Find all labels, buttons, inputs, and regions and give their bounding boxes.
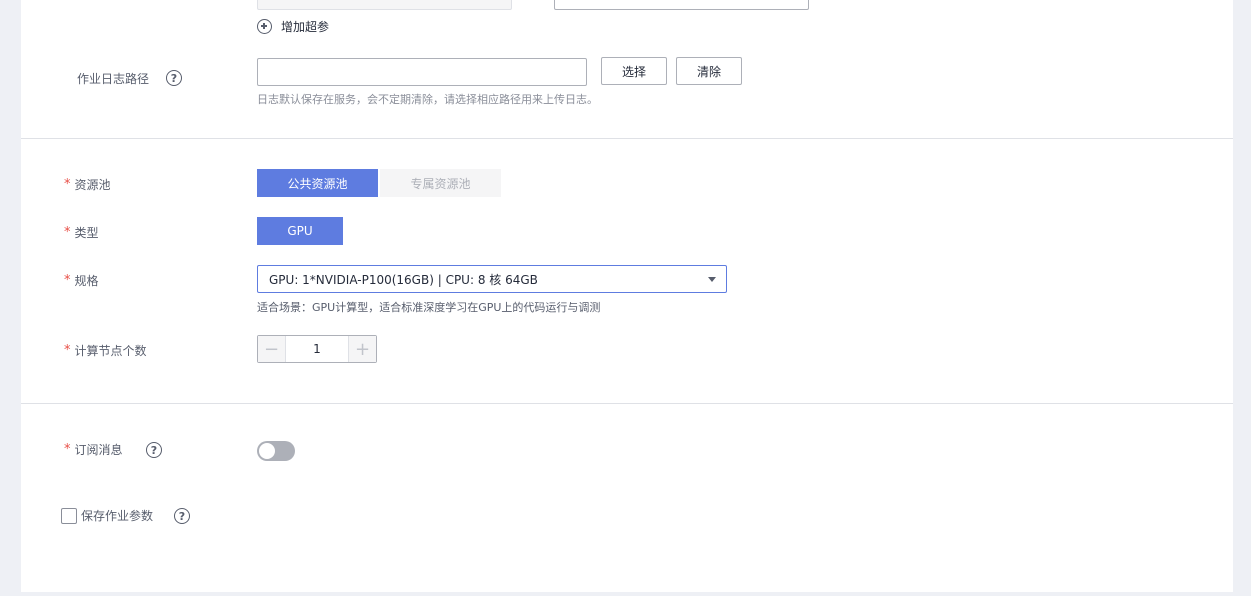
clear-path-button[interactable]: 清除 [676,57,742,85]
chevron-down-icon [708,277,716,282]
nodes-stepper: − 1 + [257,335,377,363]
truncated-readonly-field [257,0,512,10]
save-params-help-icon[interactable]: ? [174,508,190,524]
nodes-value[interactable]: 1 [285,336,349,362]
public-pool-option[interactable]: 公共资源池 [257,169,378,197]
truncated-input-field[interactable] [554,0,809,10]
resource-pool-label-row: * 资源池 [64,174,111,194]
form-panel [21,0,1233,592]
spec-label: 规格 [74,273,99,288]
resource-pool-label: 资源池 [74,177,111,192]
required-mark: * [64,224,71,240]
spec-hint: 适合场景：GPU计算型，适合标准深度学习在GPU上的代码运行与调测 [257,301,601,314]
save-params-checkbox[interactable] [61,508,77,524]
save-params-label: 保存作业参数 [81,508,154,523]
required-mark: * [64,342,71,358]
required-mark: * [64,176,71,192]
spec-label-row: * 规格 [64,270,99,290]
add-hyperparam-button[interactable]: 增加超参 [257,17,329,35]
decrement-button[interactable]: − [258,336,285,362]
save-params-label-row: 保存作业参数 [81,505,153,525]
plus-circle-icon [257,18,272,34]
subscribe-help-icon[interactable]: ? [146,442,162,458]
dedicated-pool-option[interactable]: 专属资源池 [380,169,501,197]
log-path-label: 作业日志路径 [77,71,150,86]
type-label: 类型 [74,225,99,240]
type-gpu-option[interactable]: GPU [257,217,343,245]
add-hyperparam-label: 增加超参 [281,19,330,34]
log-path-label-row: 作业日志路径 [77,68,149,88]
select-path-button[interactable]: 选择 [601,57,667,85]
log-path-hint: 日志默认保存在服务，会不定期清除，请选择相应路径用来上传日志。 [257,93,598,106]
type-label-row: * 类型 [64,222,99,242]
required-mark: * [64,272,71,288]
nodes-label: 计算节点个数 [74,343,147,358]
log-path-help-icon[interactable]: ? [166,70,182,86]
subscribe-label-row: * 订阅消息 [64,439,123,459]
subscribe-toggle[interactable] [257,441,295,461]
increment-button[interactable]: + [349,336,376,362]
section-divider [21,403,1233,404]
required-mark: * [64,441,71,457]
log-path-input[interactable] [257,58,587,86]
spec-select-value: GPU: 1*NVIDIA-P100(16GB) | CPU: 8 核 64GB [269,272,538,287]
subscribe-label: 订阅消息 [74,442,123,457]
nodes-label-row: * 计算节点个数 [64,340,147,360]
spec-select[interactable]: GPU: 1*NVIDIA-P100(16GB) | CPU: 8 核 64GB [257,265,727,293]
toggle-knob [259,443,275,459]
section-divider [21,138,1233,139]
